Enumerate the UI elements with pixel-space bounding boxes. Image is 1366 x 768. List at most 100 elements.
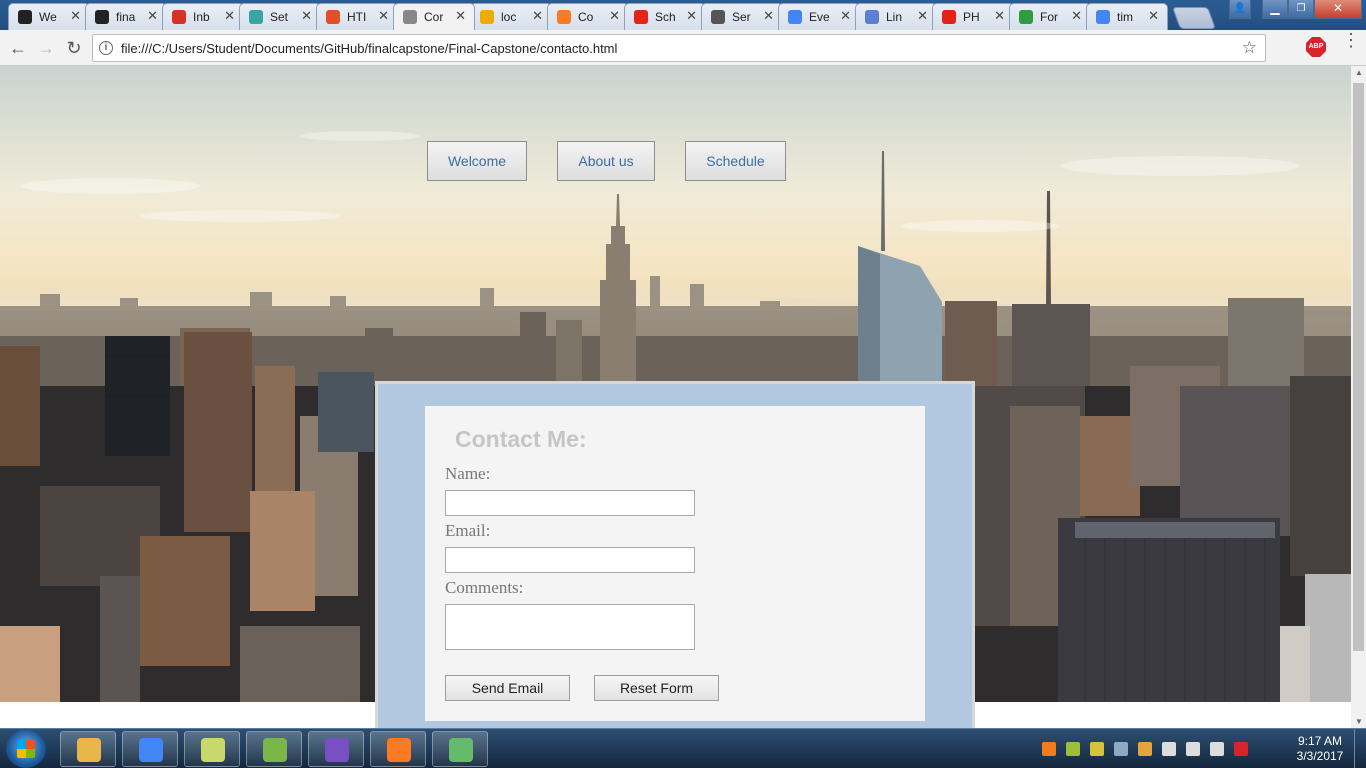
xampp-icon	[387, 738, 411, 762]
browser-tab[interactable]: We ✕	[8, 3, 90, 30]
scroll-thumb[interactable]	[1353, 83, 1364, 651]
tab-close-icon[interactable]: ✕	[301, 8, 312, 24]
page-viewport: Welcome About us Schedule Contact Me: Na…	[0, 66, 1351, 728]
clock[interactable]: 9:17 AM 3/3/2017	[1290, 734, 1350, 764]
youtube-icon	[634, 10, 648, 24]
browser-tab[interactable]: Co ✕	[547, 3, 629, 30]
tray-globe-icon[interactable]	[1066, 742, 1080, 756]
address-url[interactable]: file:///C:/Users/Student/Documents/GitHu…	[121, 41, 617, 56]
tab-close-icon[interactable]: ✕	[840, 8, 851, 24]
reload-button[interactable]: ↻	[62, 36, 86, 60]
taskbar-app[interactable]	[184, 731, 240, 767]
circle-icon	[865, 10, 879, 24]
tab-title: tim	[1117, 10, 1133, 24]
tray-volume-icon[interactable]	[1186, 742, 1200, 756]
tab-title: Cor	[424, 10, 444, 24]
browser-tab[interactable]: HTI ✕	[316, 3, 398, 30]
github-icon	[95, 10, 109, 24]
tab-close-icon[interactable]: ✕	[378, 8, 389, 24]
browser-tab[interactable]: Set ✕	[239, 3, 321, 30]
tab-close-icon[interactable]: ✕	[1071, 8, 1082, 24]
tab-close-icon[interactable]: ✕	[455, 8, 466, 24]
minimize-button[interactable]: ▁	[1262, 0, 1288, 19]
tray-alert-icon[interactable]	[1234, 742, 1248, 756]
google-icon	[1096, 10, 1110, 24]
browser-tab[interactable]: Eve ✕	[778, 3, 860, 30]
start-button[interactable]	[6, 730, 46, 768]
taskbar-app[interactable]	[432, 731, 488, 767]
taskbar-app[interactable]	[122, 731, 178, 767]
nav-schedule-link[interactable]: Schedule	[685, 141, 786, 181]
tab-title: Eve	[809, 10, 830, 24]
name-field[interactable]	[445, 490, 695, 516]
tab-close-icon[interactable]: ✕	[917, 8, 928, 24]
taskbar-app[interactable]	[308, 731, 364, 767]
show-desktop-button[interactable]	[1354, 729, 1366, 768]
reset-form-button[interactable]: Reset Form	[594, 675, 719, 701]
bookmark-star-icon[interactable]: ☆	[1242, 38, 1257, 58]
tray-key-icon[interactable]	[1090, 742, 1104, 756]
xampp-tray-icon[interactable]	[1042, 742, 1056, 756]
tray-signal-icon[interactable]	[1210, 742, 1224, 756]
browser-tab[interactable]: Ser ✕	[701, 3, 783, 30]
browser-tab[interactable]: fina ✕	[85, 3, 167, 30]
back-button[interactable]: ←	[6, 36, 30, 60]
tab-close-icon[interactable]: ✕	[609, 8, 620, 24]
page-scrollbar[interactable]: ▲ ▼	[1351, 66, 1366, 728]
forward-button[interactable]: →	[34, 36, 58, 60]
tab-title: HTI	[347, 10, 367, 24]
browser-tab[interactable]: Cor ✕	[393, 3, 475, 30]
nav-welcome-link[interactable]: Welcome	[427, 141, 527, 181]
browser-tab[interactable]: Sch ✕	[624, 3, 706, 30]
taskbar-app[interactable]	[370, 731, 426, 767]
comments-label: Comments:	[445, 578, 524, 597]
contact-form: Contact Me: Name: Email: Comments: Send …	[425, 406, 925, 721]
page-info-icon[interactable]: i	[99, 41, 113, 55]
new-tab-button[interactable]	[1171, 7, 1217, 29]
tray-flag-icon[interactable]	[1138, 742, 1152, 756]
close-window-button[interactable]: ✕	[1314, 0, 1362, 19]
browser-menu-icon[interactable]: ⋮	[1342, 31, 1360, 49]
taskbar-app[interactable]	[246, 731, 302, 767]
html5-icon	[326, 10, 340, 24]
scroll-up-icon[interactable]: ▲	[1355, 68, 1363, 77]
browser-tab[interactable]: tim ✕	[1086, 3, 1168, 30]
tab-close-icon[interactable]: ✕	[532, 8, 543, 24]
tab-close-icon[interactable]: ✕	[1148, 8, 1159, 24]
tab-close-icon[interactable]: ✕	[224, 8, 235, 24]
browser-tab[interactable]: Inb ✕	[162, 3, 244, 30]
maximize-button[interactable]: ❐	[1288, 0, 1314, 19]
youtube-icon	[942, 10, 956, 24]
tab-close-icon[interactable]: ✕	[994, 8, 1005, 24]
address-bar[interactable]: i file:///C:/Users/Student/Documents/Git…	[92, 34, 1266, 62]
gmail-icon	[172, 10, 186, 24]
notepadpp-icon	[263, 738, 287, 762]
scroll-down-icon[interactable]: ▼	[1355, 717, 1363, 726]
email-field[interactable]	[445, 547, 695, 573]
nav-about-us-link[interactable]: About us	[557, 141, 655, 181]
github-icon	[18, 10, 32, 24]
user-profile-icon[interactable]: 👤	[1229, 0, 1251, 19]
tray-battery-icon[interactable]	[1162, 742, 1176, 756]
brazil-flag-icon	[1019, 10, 1033, 24]
github-desktop-icon	[325, 738, 349, 762]
page-icon	[403, 10, 417, 24]
browser-tab[interactable]: For ✕	[1009, 3, 1091, 30]
taskbar-app[interactable]	[60, 731, 116, 767]
tray-network-icon[interactable]	[1114, 742, 1128, 756]
atom-icon	[449, 738, 473, 762]
send-email-button[interactable]: Send Email	[445, 675, 570, 701]
windows-taskbar: 9:17 AM 3/3/2017	[0, 728, 1366, 768]
tab-title: Set	[270, 10, 289, 24]
tab-close-icon[interactable]: ✕	[147, 8, 158, 24]
phpmyadmin-icon	[480, 10, 494, 24]
tab-close-icon[interactable]: ✕	[686, 8, 697, 24]
comments-textarea[interactable]	[445, 604, 695, 650]
browser-tab[interactable]: PH ✕	[932, 3, 1014, 30]
browser-tab[interactable]: Lin ✕	[855, 3, 937, 30]
browser-tab[interactable]: loc ✕	[470, 3, 552, 30]
tab-strip: We ✕ fina ✕ Inb ✕ Set ✕ HTI ✕ Cor ✕ loc ✕ Co ✕ Sch ✕ Ser ✕ E…	[0, 0, 1366, 30]
tab-close-icon[interactable]: ✕	[70, 8, 81, 24]
adblock-extension-icon[interactable]: ABP	[1306, 37, 1326, 57]
tab-close-icon[interactable]: ✕	[763, 8, 774, 24]
